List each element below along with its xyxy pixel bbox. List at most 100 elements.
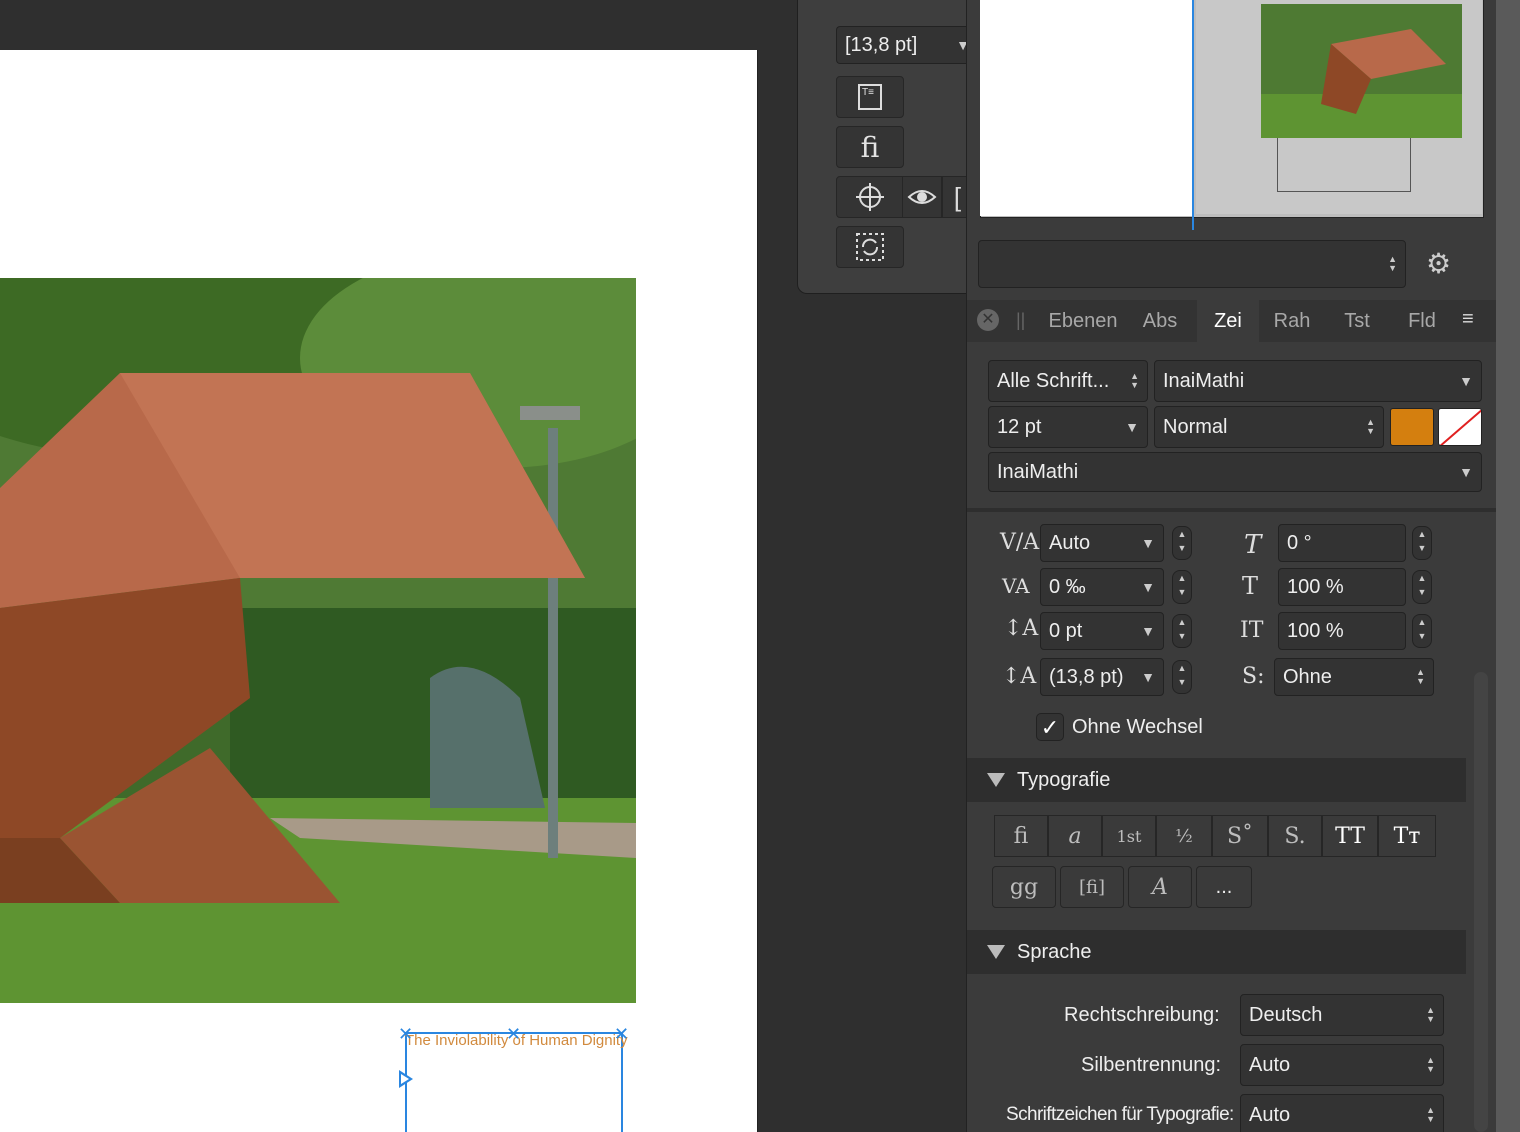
tracking-stepper[interactable]: ▲ ▼: [1172, 570, 1192, 604]
tab-ebenen[interactable]: Ebenen: [1040, 302, 1126, 340]
up-down-icon: ▲ ▼: [1426, 1055, 1435, 1074]
script-toggle[interactable]: A: [1128, 866, 1192, 908]
disclosure-triangle-icon: [987, 945, 1005, 959]
more-typography-button[interactable]: ...: [1196, 866, 1252, 908]
glyph-browser-toggle[interactable]: [fi]: [1060, 866, 1124, 908]
typo-chars-dropdown[interactable]: Auto ▲ ▼: [1240, 1094, 1444, 1132]
frame-handle-right[interactable]: ✕: [614, 1025, 629, 1043]
tab-zei[interactable]: Zei: [1197, 300, 1259, 342]
vertical-scale-value: 100 %: [1287, 619, 1344, 642]
tab-rah[interactable]: Rah: [1264, 302, 1320, 340]
superscript-toggle[interactable]: S˚: [1212, 815, 1268, 857]
kerning-stepper[interactable]: ▲ ▼: [1172, 526, 1192, 560]
leading-value: [13,8 pt]: [845, 33, 918, 56]
up-down-icon: ▲ ▼: [1416, 667, 1425, 686]
refresh-icon: [856, 233, 884, 261]
horizontal-scale-field[interactable]: 100 %: [1278, 568, 1406, 606]
frame-handle-mid[interactable]: ✕: [506, 1025, 521, 1043]
window-scrollbar[interactable]: [1496, 0, 1520, 1132]
style-s-value: Ohne: [1283, 665, 1332, 688]
language-section-header[interactable]: Sprache: [967, 930, 1466, 974]
close-icon[interactable]: ✕: [977, 309, 999, 331]
font-size-dropdown[interactable]: 12 pt ▼: [988, 406, 1148, 448]
highlight-color-swatch[interactable]: [1438, 408, 1482, 446]
vertical-scale-stepper[interactable]: ▲ ▼: [1412, 614, 1432, 648]
preview-button[interactable]: [902, 176, 942, 218]
font-family-2-dropdown[interactable]: InaiMathi ▼: [988, 452, 1482, 492]
tracking-dropdown[interactable]: 0 ‰ ▼: [1040, 568, 1164, 606]
skew-field[interactable]: 0 °: [1278, 524, 1406, 562]
style-dropdown[interactable]: ▲ ▼: [978, 240, 1406, 288]
panel-menu-icon[interactable]: ≡: [1462, 308, 1474, 331]
refresh-button[interactable]: [836, 226, 904, 268]
skew-stepper[interactable]: ▲ ▼: [1412, 526, 1432, 560]
drag-handle-icon[interactable]: ||: [1016, 310, 1025, 331]
typography-header: Typografie: [1017, 768, 1111, 791]
leading-icon: ↕A: [1002, 664, 1037, 689]
tab-abs[interactable]: Abs: [1132, 302, 1188, 340]
leading-dropdown[interactable]: [13,8 pt] ▼: [836, 26, 972, 64]
hyphenation-dropdown[interactable]: Auto ▲ ▼: [1240, 1044, 1444, 1086]
navigator-frame-thumb: [1277, 138, 1411, 192]
kerning-dropdown[interactable]: Auto ▼: [1040, 524, 1164, 562]
text-frame-button[interactable]: T≡: [836, 76, 904, 118]
chevron-down-icon: ▼: [1459, 464, 1473, 480]
spelling-label: Rechtschreibung:: [1064, 1004, 1220, 1026]
flow-handle-inner: [401, 1074, 409, 1084]
no-break-label: Ohne Wechsel: [1072, 716, 1203, 738]
ligature-toggle[interactable]: fi: [994, 815, 1048, 857]
tab-fld[interactable]: Fld: [1394, 302, 1450, 340]
leading-panel-dropdown[interactable]: (13,8 pt) ▼: [1040, 658, 1164, 696]
frame-handle-left[interactable]: ✕: [398, 1025, 413, 1043]
leading-panel-value: (13,8 pt): [1049, 665, 1124, 688]
ordinal-toggle[interactable]: 1st: [1102, 815, 1156, 857]
horizontal-scale-stepper[interactable]: ▲ ▼: [1412, 570, 1432, 604]
text-color-swatch[interactable]: [1390, 408, 1434, 446]
leading-stepper[interactable]: ▲ ▼: [1172, 660, 1192, 694]
section-divider: [967, 508, 1496, 512]
fraction-toggle[interactable]: ½: [1156, 815, 1212, 857]
sculpture-photo[interactable]: [0, 278, 636, 1003]
style-s-icon: S:: [1242, 664, 1265, 689]
no-color-icon: [1439, 409, 1481, 445]
skew-value: 0 °: [1287, 531, 1312, 554]
font-family-2-value: InaiMathi: [997, 460, 1079, 483]
hyphenation-label: Silbentrennung:: [1081, 1054, 1222, 1076]
style-s-dropdown[interactable]: Ohne ▲ ▼: [1274, 658, 1434, 696]
baseline-icon: ↕A: [1004, 616, 1039, 641]
panel-scrollbar[interactable]: [1474, 672, 1488, 1132]
stylistic-alternates-toggle[interactable]: gg: [992, 866, 1056, 908]
vertical-scale-field[interactable]: 100 %: [1278, 612, 1406, 650]
font-style-value: Normal: [1163, 415, 1228, 438]
ligature-button[interactable]: fi: [836, 126, 904, 168]
typo-chars-label: Schriftzeichen für Typografie:: [1006, 1104, 1234, 1125]
all-caps-toggle[interactable]: TT: [1322, 815, 1378, 857]
baseline-stepper[interactable]: ▲ ▼: [1172, 614, 1192, 648]
disclosure-triangle-icon: [987, 773, 1005, 787]
bracket-icon: [: [953, 181, 962, 212]
gear-icon[interactable]: ⚙: [1426, 250, 1451, 278]
eye-icon: [907, 190, 937, 204]
target-button[interactable]: [836, 176, 904, 218]
font-style-dropdown[interactable]: Normal ▲ ▼: [1154, 406, 1384, 448]
up-down-icon: ▲ ▼: [1426, 1105, 1435, 1124]
typography-section-header[interactable]: Typografie: [967, 758, 1466, 802]
spelling-dropdown[interactable]: Deutsch ▲ ▼: [1240, 994, 1444, 1036]
font-filter-dropdown[interactable]: Alle Schrift... ▲ ▼: [988, 360, 1148, 402]
text-frame-icon: T≡: [858, 84, 882, 110]
tracking-icon: VA: [1002, 574, 1030, 598]
tracking-value: 0 ‰: [1049, 575, 1086, 598]
navigator-photo-thumb: [1261, 4, 1462, 138]
tab-tst[interactable]: Tst: [1330, 302, 1384, 340]
font-size-value: 12 pt: [997, 415, 1042, 438]
font-family-dropdown[interactable]: InaiMathi ▼: [1154, 360, 1482, 402]
swash-toggle[interactable]: a: [1048, 815, 1102, 857]
no-break-checkbox[interactable]: ✓: [1036, 713, 1064, 741]
chevron-down-icon: ▼: [1141, 669, 1155, 685]
baseline-dropdown[interactable]: 0 pt ▼: [1040, 612, 1164, 650]
chevron-down-icon: ▼: [1125, 419, 1139, 435]
typo-chars-value: Auto: [1249, 1103, 1291, 1126]
subscript-toggle[interactable]: S.: [1268, 815, 1322, 857]
small-caps-toggle[interactable]: Tт: [1378, 815, 1436, 857]
chevron-down-icon: ▼: [1459, 373, 1473, 389]
